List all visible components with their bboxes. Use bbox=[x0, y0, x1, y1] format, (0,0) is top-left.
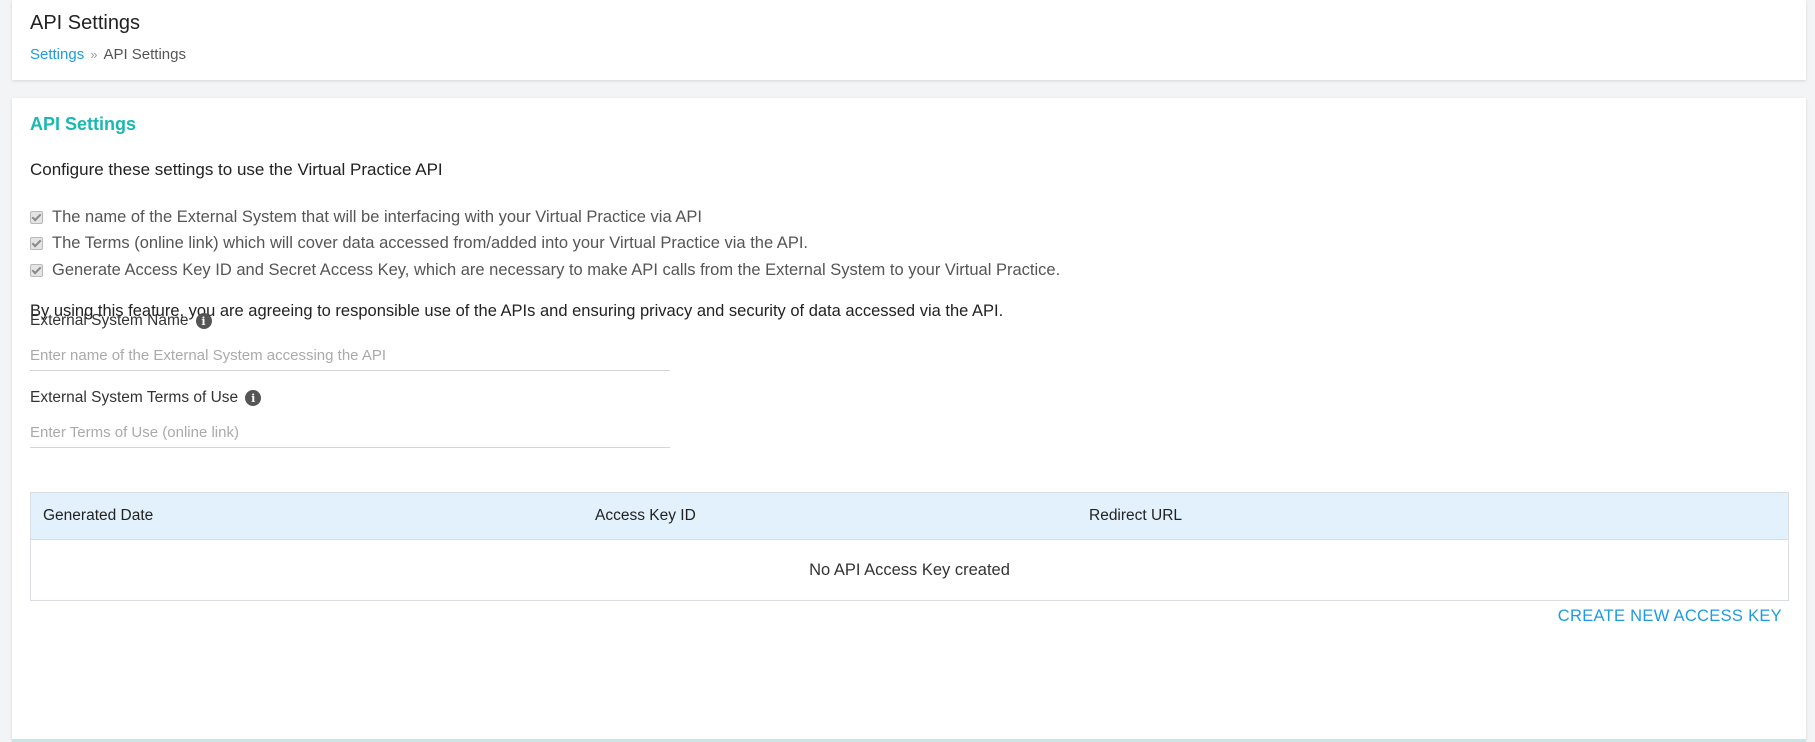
empty-table-message: No API Access Key created bbox=[809, 560, 1010, 579]
column-header-redirect-url: Redirect URL bbox=[1077, 492, 1789, 540]
requirements-checklist: The name of the External System that wil… bbox=[30, 204, 1060, 284]
column-header-access-key-id: Access Key ID bbox=[583, 492, 1077, 540]
checklist-item: Generate Access Key ID and Secret Access… bbox=[30, 257, 1060, 284]
column-header-generated-date: Generated Date bbox=[30, 492, 583, 540]
page-title: API Settings bbox=[30, 12, 141, 34]
table-row: No API Access Key created bbox=[31, 540, 1789, 601]
checklist-item-label: The name of the External System that wil… bbox=[52, 207, 702, 226]
external-system-terms-label-text: External System Terms of Use bbox=[30, 389, 239, 406]
table-header-row: Generated Date Access Key ID Redirect UR… bbox=[30, 492, 1789, 540]
external-system-name-label: External System Name i bbox=[30, 312, 212, 330]
section-title: API Settings bbox=[30, 114, 137, 134]
external-system-terms-label: External System Terms of Use i bbox=[30, 389, 262, 407]
create-new-access-key-button[interactable]: CREATE NEW ACCESS KEY bbox=[1558, 607, 1782, 626]
checklist-item-label: The Terms (online link) which will cover… bbox=[52, 234, 808, 253]
page-header: API Settings Settings » API Settings bbox=[12, 0, 1806, 80]
checklist-item: The Terms (online link) which will cover… bbox=[30, 231, 1060, 258]
external-system-name-input[interactable] bbox=[30, 340, 670, 371]
breadcrumb-settings-link[interactable]: Settings bbox=[30, 46, 84, 63]
api-settings-panel: API Settings Configure these settings to… bbox=[12, 98, 1806, 742]
intro-text: Configure these settings to use the Virt… bbox=[30, 160, 443, 179]
access-keys-table: Generated Date Access Key ID Redirect UR… bbox=[30, 492, 1789, 601]
external-system-terms-input[interactable] bbox=[30, 417, 670, 448]
info-icon[interactable]: i bbox=[195, 313, 212, 329]
breadcrumb-separator-icon: » bbox=[90, 47, 98, 62]
checkbox-checked-icon bbox=[30, 263, 43, 277]
checklist-item: The name of the External System that wil… bbox=[30, 204, 1060, 231]
breadcrumb: Settings » API Settings bbox=[30, 46, 186, 63]
info-icon[interactable]: i bbox=[245, 390, 262, 406]
checklist-item-label: Generate Access Key ID and Secret Access… bbox=[52, 260, 1061, 279]
breadcrumb-current: API Settings bbox=[103, 46, 186, 63]
external-system-name-label-text: External System Name bbox=[30, 312, 189, 329]
checkbox-checked-icon bbox=[30, 237, 43, 251]
checkbox-checked-icon bbox=[30, 210, 43, 224]
